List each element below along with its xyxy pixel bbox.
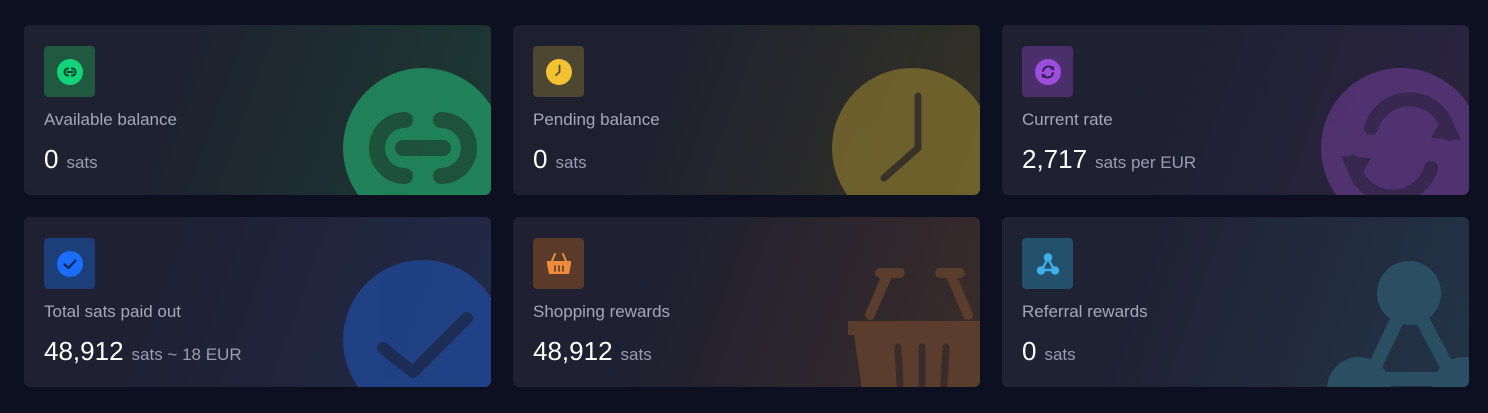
refresh-icon-watermark (1321, 68, 1469, 195)
link-icon-box (44, 46, 95, 97)
stats-grid: Available balance 0 sats Pending balance… (24, 25, 1469, 387)
clock-icon-box (533, 46, 584, 97)
refresh-icon (1034, 58, 1061, 85)
basket-icon-watermark (848, 268, 980, 387)
network-icon-watermark (1327, 261, 1469, 387)
shopping-rewards-card: Shopping rewards 48,912 sats (513, 217, 980, 387)
card-value: 48,912 (44, 336, 124, 366)
check-icon-box (44, 238, 95, 289)
card-label: Available balance (44, 110, 177, 129)
card-unit: sats ~ 18 EUR (131, 345, 242, 364)
card-label: Referral rewards (1022, 302, 1148, 321)
card-value: 48,912 (533, 336, 613, 366)
referral-rewards-card: Referral rewards 0 sats (1002, 217, 1469, 387)
card-value-row: 48,912 sats (533, 336, 652, 367)
available-balance-card: Available balance 0 sats (24, 25, 491, 195)
card-value: 0 (1022, 336, 1037, 366)
card-value-row: 0 sats (533, 144, 587, 175)
check-icon (56, 250, 83, 277)
card-value-row: 0 sats (1022, 336, 1076, 367)
card-label: Pending balance (533, 110, 660, 129)
card-value: 0 (533, 144, 548, 174)
current-rate-card: Current rate 2,717 sats per EUR (1002, 25, 1469, 195)
card-value: 2,717 (1022, 144, 1088, 174)
card-unit: sats per EUR (1095, 153, 1197, 172)
basket-icon (546, 252, 571, 274)
card-label: Current rate (1022, 110, 1113, 129)
pending-balance-card: Pending balance 0 sats (513, 25, 980, 195)
card-unit: sats (1044, 345, 1076, 364)
card-value-row: 2,717 sats per EUR (1022, 144, 1196, 175)
check-icon-watermark (343, 260, 491, 387)
clock-icon-watermark (832, 68, 980, 195)
card-value: 0 (44, 144, 59, 174)
card-label: Shopping rewards (533, 302, 671, 321)
card-unit: sats (555, 153, 587, 172)
network-icon-box (1022, 238, 1073, 289)
clock-icon (545, 58, 572, 85)
card-unit: sats (620, 345, 652, 364)
card-label: Total sats paid out (44, 302, 182, 321)
total-paid-out-card: Total sats paid out 48,912 sats ~ 18 EUR (24, 217, 491, 387)
card-unit: sats (66, 153, 98, 172)
basket-icon-box (533, 238, 584, 289)
card-value-row: 0 sats (44, 144, 98, 175)
refresh-icon-box (1022, 46, 1073, 97)
network-icon (1036, 252, 1059, 275)
link-icon (56, 58, 83, 85)
link-icon-watermark (343, 68, 491, 195)
card-value-row: 48,912 sats ~ 18 EUR (44, 336, 242, 367)
